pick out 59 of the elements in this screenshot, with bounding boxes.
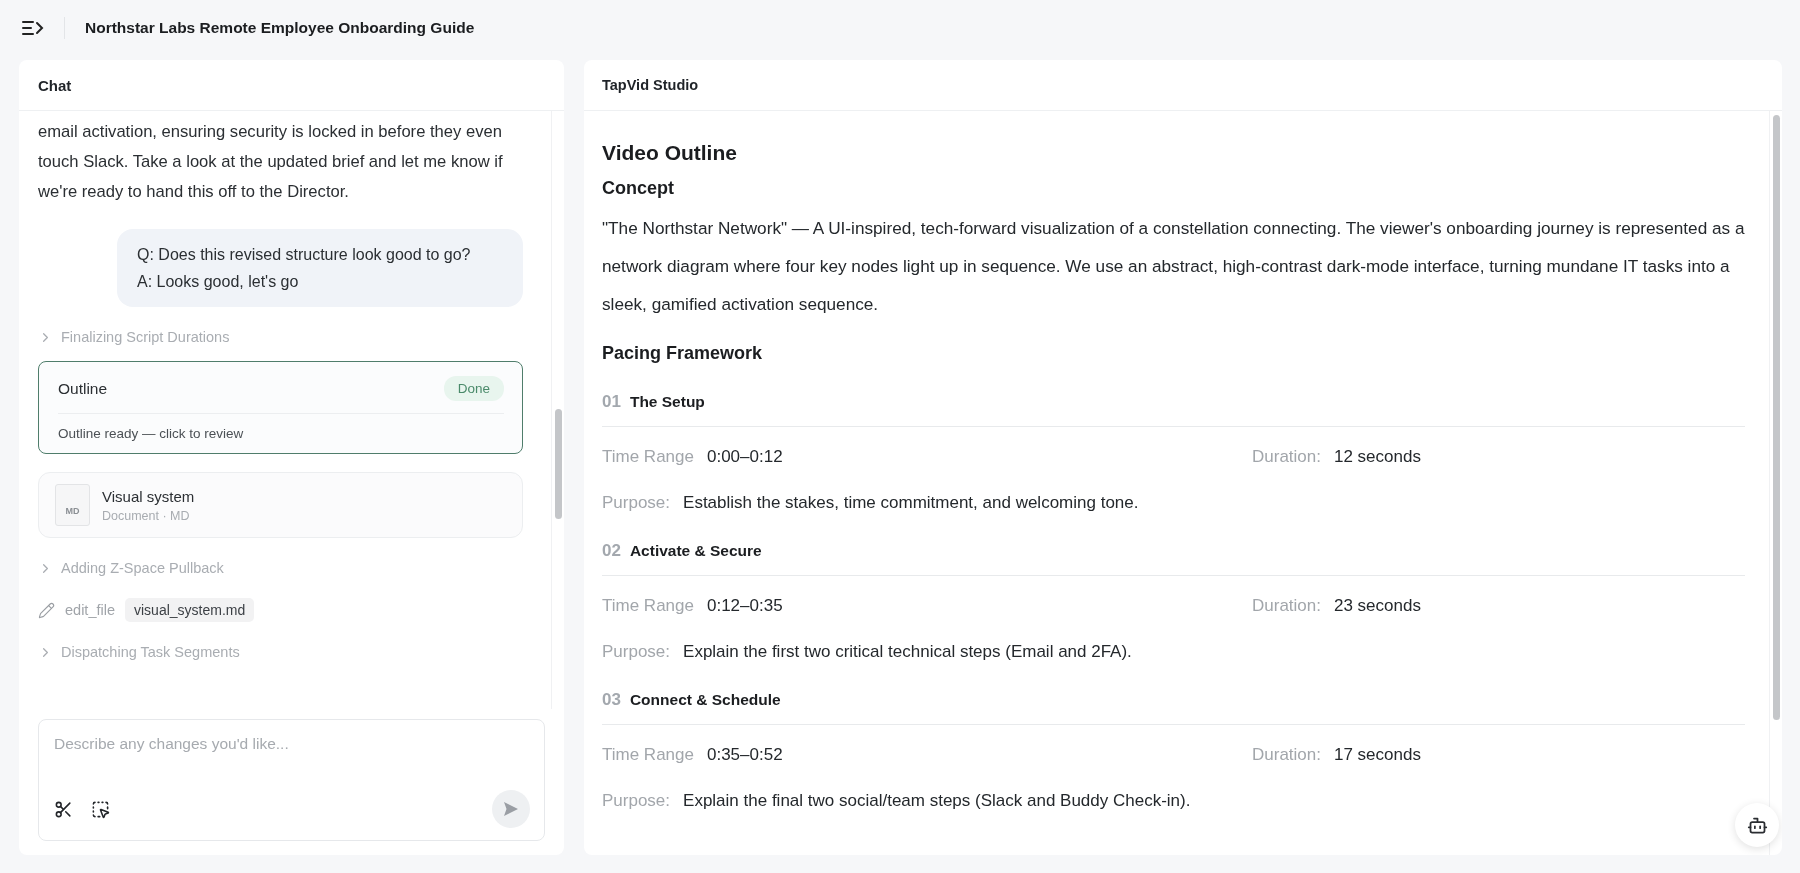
outline-card[interactable]: Outline Done Outline ready — click to review (38, 361, 523, 454)
collapsed-step[interactable]: Finalizing Script Durations (38, 329, 523, 345)
segment-number: 03 (602, 690, 621, 710)
purpose-text: Explain the first two critical technical steps (Email and 2FA). (683, 642, 1132, 662)
panel-title: Chat (19, 60, 564, 111)
card-note: Outline ready — click to review (58, 426, 245, 441)
collapsed-step[interactable]: Adding Z-Space Pullback (38, 560, 523, 576)
scrollbar-thumb[interactable] (1773, 115, 1780, 720)
step-label: Finalizing Script Durations (61, 329, 230, 345)
field-label: Purpose: (602, 493, 671, 513)
duration: 23 seconds (1334, 596, 1421, 616)
send-icon (503, 801, 519, 817)
field-label: Purpose: (602, 791, 671, 811)
field-label: Duration: (1252, 447, 1321, 467)
field-label: Purpose: (602, 642, 671, 662)
duration: 17 seconds (1334, 745, 1421, 765)
outline-heading: Video Outline (602, 141, 738, 165)
file-meta: Document · MD (102, 508, 191, 523)
segment-number: 02 (602, 541, 621, 561)
assistant-message: email activation, ensuring security is locked in before they even touch Slack. Take a look at the updated brief and let me know if we're ready to hand this off to the Director. (38, 121, 504, 203)
document-icon: MD (55, 484, 90, 526)
duration: 12 seconds (1334, 447, 1421, 467)
section-heading: Pacing Framework (602, 343, 764, 364)
field-label: Duration: (1252, 596, 1321, 616)
purpose-text: Establish the stakes, time commitment, and welcoming tone. (683, 493, 1139, 513)
scissors-icon[interactable] (54, 799, 73, 819)
field-label: Time Range (602, 596, 694, 616)
segment-title: Activate & Secure (629, 542, 762, 560)
status-badge: Done (443, 376, 504, 401)
section-heading: Concept (602, 178, 675, 199)
segment-title: Connect & Schedule (629, 691, 781, 709)
time-range: 0:00–0:12 (706, 447, 783, 467)
time-range: 0:12–0:35 (706, 596, 783, 616)
card-title: Outline (58, 379, 108, 398)
assistant-button[interactable] (1735, 803, 1779, 847)
message-input[interactable]: Describe any changes you'd like... (54, 735, 530, 753)
file-title: Visual system (102, 487, 195, 505)
segment-number: 01 (602, 392, 621, 412)
purpose-text: Explain the final two social/team steps (Slack and Buddy Check-in). (683, 791, 1191, 811)
field-label: Duration: (1252, 745, 1321, 765)
menu-icon[interactable] (22, 20, 44, 36)
pencil-icon (38, 601, 55, 619)
field-label: Time Range (602, 745, 694, 765)
send-button[interactable] (492, 790, 530, 828)
concept-text: "The Northstar Network" — A UI-inspired, tech-forward visualization of a constellation connecting. The viewer's onboarding journey is represented as a network diagram where four key nodes light up in sequence. We use an abstract, high-contrast dark-mode interface, turning mundane IT tasks into a sleek, gamified activation sequence. (602, 217, 1745, 316)
user-message: Q: Does this revised structure look good to go? A: Looks good, let's go (117, 229, 523, 307)
step-label: Adding Z-Space Pullback (61, 560, 224, 576)
tool-name: edit_file (65, 602, 115, 618)
document-title: Northstar Labs Remote Employee Onboarding Guide (85, 19, 475, 37)
panel-title: TapVid Studio (584, 60, 1782, 111)
step-label: Dispatching Task Segments (61, 644, 240, 660)
file-name: visual_system.md (125, 598, 255, 622)
time-range: 0:35–0:52 (706, 745, 783, 765)
file-card[interactable]: MD Visual system Document · MD (38, 472, 523, 538)
segment-title: The Setup (629, 393, 705, 411)
field-label: Time Range (602, 447, 694, 467)
scrollbar-thumb[interactable] (555, 409, 562, 519)
pointer-icon[interactable] (91, 799, 110, 819)
collapsed-step[interactable]: Dispatching Task Segments (38, 644, 523, 660)
